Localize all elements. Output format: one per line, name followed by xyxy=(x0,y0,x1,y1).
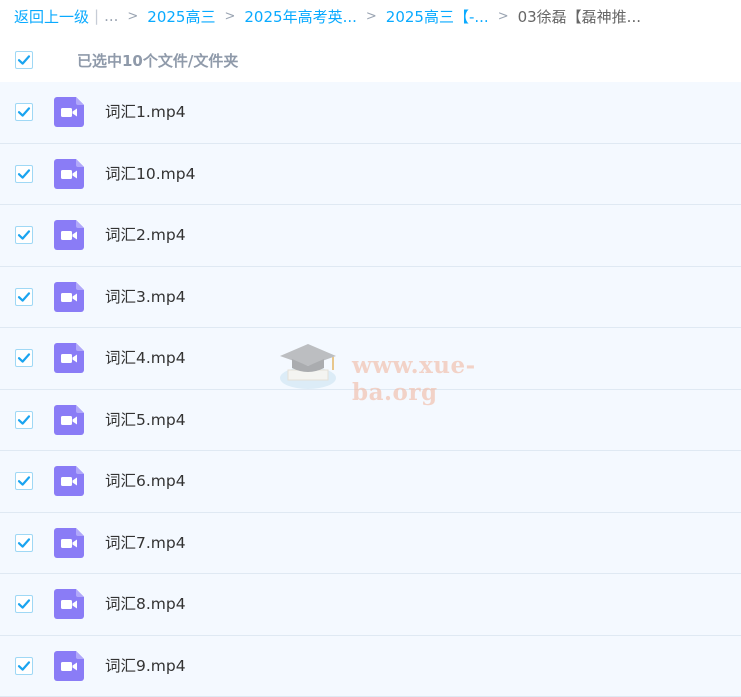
select-all-checkbox[interactable] xyxy=(15,51,33,69)
file-row[interactable]: 词汇6.mp4 xyxy=(0,451,741,513)
video-file-icon xyxy=(54,589,84,619)
file-row[interactable]: 词汇2.mp4 xyxy=(0,205,741,267)
file-checkbox[interactable] xyxy=(15,288,33,306)
file-checkbox[interactable] xyxy=(15,472,33,490)
file-name[interactable]: 词汇5.mp4 xyxy=(105,410,186,431)
checkmark-icon xyxy=(16,658,32,674)
select-all-bar: 已选中10个文件/文件夹 xyxy=(0,40,741,80)
breadcrumb: 返回上一级 | ... > 2025高三 > 2025年高考英... > 202… xyxy=(0,0,741,32)
chevron-right-icon: > xyxy=(127,9,138,24)
video-file-icon xyxy=(54,282,84,312)
video-file-icon xyxy=(54,159,84,189)
file-name[interactable]: 词汇4.mp4 xyxy=(105,348,186,369)
file-checkbox[interactable] xyxy=(15,226,33,244)
video-file-icon xyxy=(54,651,84,681)
breadcrumb-divider: | xyxy=(94,7,99,25)
file-row[interactable]: 词汇3.mp4 xyxy=(0,267,741,329)
checkmark-icon xyxy=(16,596,32,612)
file-row[interactable]: 词汇8.mp4 xyxy=(0,574,741,636)
file-checkbox[interactable] xyxy=(15,534,33,552)
file-name[interactable]: 词汇10.mp4 xyxy=(105,164,195,185)
file-name[interactable]: 词汇2.mp4 xyxy=(105,225,186,246)
file-checkbox[interactable] xyxy=(15,595,33,613)
chevron-right-icon: > xyxy=(366,9,377,24)
video-file-icon xyxy=(54,466,84,496)
checkmark-icon xyxy=(16,535,32,551)
file-list: 词汇1.mp4 词汇10.mp4 词汇2.mp4 词汇3.mp4 词汇4.mp4 词汇5.… xyxy=(0,82,741,697)
file-row[interactable]: 词汇10.mp4 xyxy=(0,144,741,206)
video-file-icon xyxy=(54,220,84,250)
checkmark-icon xyxy=(16,473,32,489)
video-file-icon xyxy=(54,97,84,127)
file-name[interactable]: 词汇7.mp4 xyxy=(105,533,186,554)
back-link[interactable]: 返回上一级 xyxy=(14,6,89,27)
file-checkbox[interactable] xyxy=(15,103,33,121)
file-row[interactable]: 词汇9.mp4 xyxy=(0,636,741,697)
breadcrumb-item[interactable]: 2025高三 xyxy=(147,6,215,27)
breadcrumb-item[interactable]: 2025年高考英... xyxy=(244,6,356,27)
file-row[interactable]: 词汇1.mp4 xyxy=(0,82,741,144)
video-file-icon xyxy=(54,343,84,373)
file-row[interactable]: 词汇4.mp4 xyxy=(0,328,741,390)
chevron-right-icon: > xyxy=(224,9,235,24)
selection-count-label: 已选中10个文件/文件夹 xyxy=(77,50,238,71)
checkmark-icon xyxy=(16,412,32,428)
checkmark-icon xyxy=(16,289,32,305)
video-file-icon xyxy=(54,405,84,435)
checkmark-icon xyxy=(16,104,32,120)
file-name[interactable]: 词汇6.mp4 xyxy=(105,471,186,492)
file-name[interactable]: 词汇8.mp4 xyxy=(105,594,186,615)
file-row[interactable]: 词汇5.mp4 xyxy=(0,390,741,452)
video-file-icon xyxy=(54,528,84,558)
file-checkbox[interactable] xyxy=(15,411,33,429)
checkmark-icon xyxy=(16,350,32,366)
breadcrumb-item[interactable]: 2025高三【-... xyxy=(386,6,489,27)
file-checkbox[interactable] xyxy=(15,165,33,183)
file-name[interactable]: 词汇9.mp4 xyxy=(105,656,186,677)
file-checkbox[interactable] xyxy=(15,657,33,675)
checkmark-icon xyxy=(16,52,32,68)
file-name[interactable]: 词汇3.mp4 xyxy=(105,287,186,308)
checkmark-icon xyxy=(16,166,32,182)
breadcrumb-ellipsis[interactable]: ... xyxy=(104,7,118,25)
checkmark-icon xyxy=(16,227,32,243)
file-row[interactable]: 词汇7.mp4 xyxy=(0,513,741,575)
file-name[interactable]: 词汇1.mp4 xyxy=(105,102,186,123)
breadcrumb-current: 03徐磊【磊神推... xyxy=(518,6,641,27)
chevron-right-icon: > xyxy=(498,9,509,24)
file-checkbox[interactable] xyxy=(15,349,33,367)
